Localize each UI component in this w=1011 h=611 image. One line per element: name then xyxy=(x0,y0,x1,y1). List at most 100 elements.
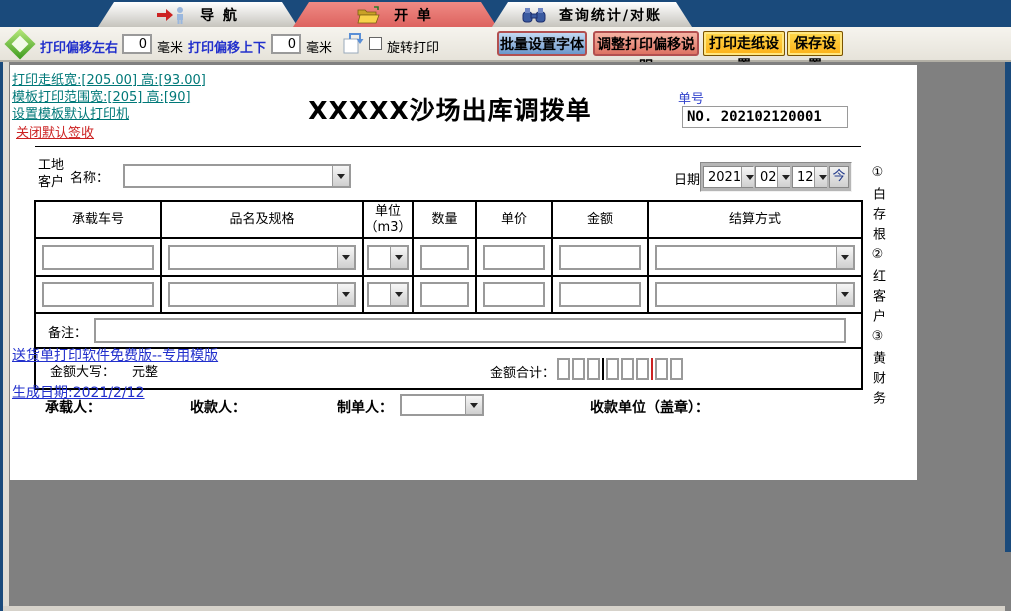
customer-name-label: 名称： xyxy=(70,171,110,186)
chevron-down-icon[interactable] xyxy=(836,246,853,268)
chevron-down-icon[interactable] xyxy=(813,167,827,187)
open-folder-icon xyxy=(357,6,381,24)
header-quantity: 数量 xyxy=(414,202,477,237)
page-title: XXXXX沙场出库调拨单 xyxy=(308,96,592,125)
chevron-down-icon[interactable] xyxy=(337,284,354,305)
chevron-down-icon[interactable] xyxy=(776,167,790,187)
offset-lr-label: 打印偏移左右 xyxy=(40,41,119,56)
chevron-down-icon[interactable] xyxy=(332,166,349,186)
stamp-label: 收款单位（盖章）： xyxy=(590,400,709,416)
unit-price-input[interactable] xyxy=(483,244,545,270)
amount-digit-box xyxy=(606,358,619,380)
date-year-select[interactable]: 2021 xyxy=(703,166,755,188)
binoculars-icon xyxy=(522,7,546,23)
tab-bar: 导 航 开 单 查询统计/对账 xyxy=(0,0,1011,27)
amount-digit-grid xyxy=(557,358,683,380)
truck-no-input[interactable] xyxy=(42,282,154,307)
date-today-button[interactable]: 今 xyxy=(829,166,849,188)
header-truck-no: 承载车号 xyxy=(36,202,162,237)
offset-ud-label: 打印偏移上下 xyxy=(188,41,267,56)
date-month-select[interactable]: 02 xyxy=(755,166,790,188)
tab-query-statistics[interactable]: 查询统计/对账 xyxy=(492,2,692,27)
tab-label: 开 单 xyxy=(394,7,433,24)
settlement-combobox[interactable] xyxy=(655,244,855,270)
order-no-label: 单号 xyxy=(678,92,705,107)
copy-color-side-note: ①白存根②红客户③黄财务 xyxy=(870,165,885,411)
header-unit-price: 单价 xyxy=(477,202,553,237)
amount-digit-box xyxy=(557,358,570,380)
window-frame-right xyxy=(1005,62,1011,552)
remark-row: 备注： xyxy=(36,314,861,349)
offset-lr-unit: 毫米 xyxy=(157,41,184,56)
software-watermark-link[interactable]: 送货单打印软件免费版--专用模版 xyxy=(12,345,218,365)
amount-total-label: 金额合计： xyxy=(490,366,556,381)
date-day-select[interactable]: 12 xyxy=(792,166,827,188)
amount-input[interactable] xyxy=(559,282,641,307)
payee-label: 收款人： xyxy=(190,400,246,416)
window-frame-left-inner xyxy=(3,62,9,611)
quantity-input[interactable] xyxy=(420,244,469,270)
window-frame-bottom xyxy=(3,606,1005,611)
order-no-input[interactable] xyxy=(682,106,848,128)
amount-divider-red xyxy=(651,358,653,380)
amount-digit-box xyxy=(587,358,600,380)
remark-input[interactable] xyxy=(94,318,846,343)
close-default-sign-link[interactable]: 关闭默认签收 xyxy=(16,122,94,141)
amount-divider-black xyxy=(602,358,604,380)
tab-label: 导 航 xyxy=(200,7,239,24)
offset-help-button[interactable]: 调整打印偏移说明 xyxy=(593,31,699,74)
chevron-down-icon[interactable] xyxy=(465,396,482,414)
amount-digit-box xyxy=(621,358,634,380)
header-product-spec: 品名及规格 xyxy=(162,202,364,237)
generated-date-link[interactable]: 生成日期:2021/2/12 xyxy=(12,382,145,402)
header-unit: 单位 （m3） xyxy=(364,202,414,237)
unit-combobox[interactable] xyxy=(367,282,409,307)
header-settlement: 结算方式 xyxy=(728,211,781,227)
product-spec-combobox[interactable] xyxy=(168,282,356,307)
product-spec-combobox[interactable] xyxy=(168,244,356,270)
chevron-down-icon[interactable] xyxy=(337,246,354,268)
amount-digit-box xyxy=(636,358,649,380)
unit-combobox[interactable] xyxy=(367,244,409,270)
amount-digit-box xyxy=(670,358,683,380)
customer-type-label: 工地 客户 xyxy=(38,158,65,190)
chevron-down-icon[interactable] xyxy=(836,284,853,305)
customer-name-combobox[interactable] xyxy=(123,164,351,188)
paper-feed-button[interactable]: 打印走纸设置 xyxy=(703,31,785,73)
truck-no-input[interactable] xyxy=(42,244,154,270)
tab-navigation[interactable]: 导 航 xyxy=(98,2,298,27)
person-arrow-icon xyxy=(157,6,187,24)
save-settings-button[interactable]: 保存设置 xyxy=(787,31,843,73)
date-picker: 2021 02 12 今 xyxy=(700,162,852,192)
amount-digit-box xyxy=(655,358,668,380)
tab-create-order[interactable]: 开 单 xyxy=(293,2,497,27)
settlement-combobox[interactable] xyxy=(655,282,855,307)
amount-digit-box xyxy=(572,358,585,380)
table-row xyxy=(36,277,861,314)
offset-ud-input[interactable] xyxy=(271,34,301,54)
table-header-row: 承载车号 品名及规格 单位 （m3） 数量 单价 金额 结算方式 xyxy=(36,202,861,239)
title-divider xyxy=(35,146,861,147)
chevron-down-icon[interactable] xyxy=(390,284,407,305)
rotate-print-label: 旋转打印 xyxy=(387,41,440,56)
offset-lr-input[interactable] xyxy=(122,34,152,54)
maker-label: 制单人： xyxy=(337,400,393,416)
amount-input[interactable] xyxy=(559,244,641,270)
chevron-down-icon[interactable] xyxy=(390,246,407,268)
diamond-icon xyxy=(4,28,36,60)
rotate-page-icon xyxy=(343,33,364,54)
table-row xyxy=(36,239,861,277)
unit-price-input[interactable] xyxy=(483,282,545,307)
template-page: 打印走纸宽:[205.00] 高:[93.00] 模板打印范围宽:[205] 高… xyxy=(10,65,917,480)
remark-label: 备注： xyxy=(48,326,88,341)
maker-combobox[interactable] xyxy=(400,394,484,416)
tab-label: 查询统计/对账 xyxy=(558,7,663,24)
toolbar: 打印偏移左右 毫米 打印偏移上下 毫米 旋转打印 批量设置字体 调整打印偏移说明… xyxy=(0,27,1011,74)
app-window: 导 航 开 单 查询统计/对账 打印偏移左右 毫米 打印偏移上 xyxy=(0,0,1011,611)
chevron-down-icon[interactable] xyxy=(741,167,755,187)
offset-ud-unit: 毫米 xyxy=(306,41,333,56)
rotate-print-checkbox[interactable] xyxy=(369,37,382,50)
default-printer-link[interactable]: 设置模板默认打印机 xyxy=(12,103,129,122)
batch-font-button[interactable]: 批量设置字体 xyxy=(497,31,587,56)
quantity-input[interactable] xyxy=(420,282,469,307)
